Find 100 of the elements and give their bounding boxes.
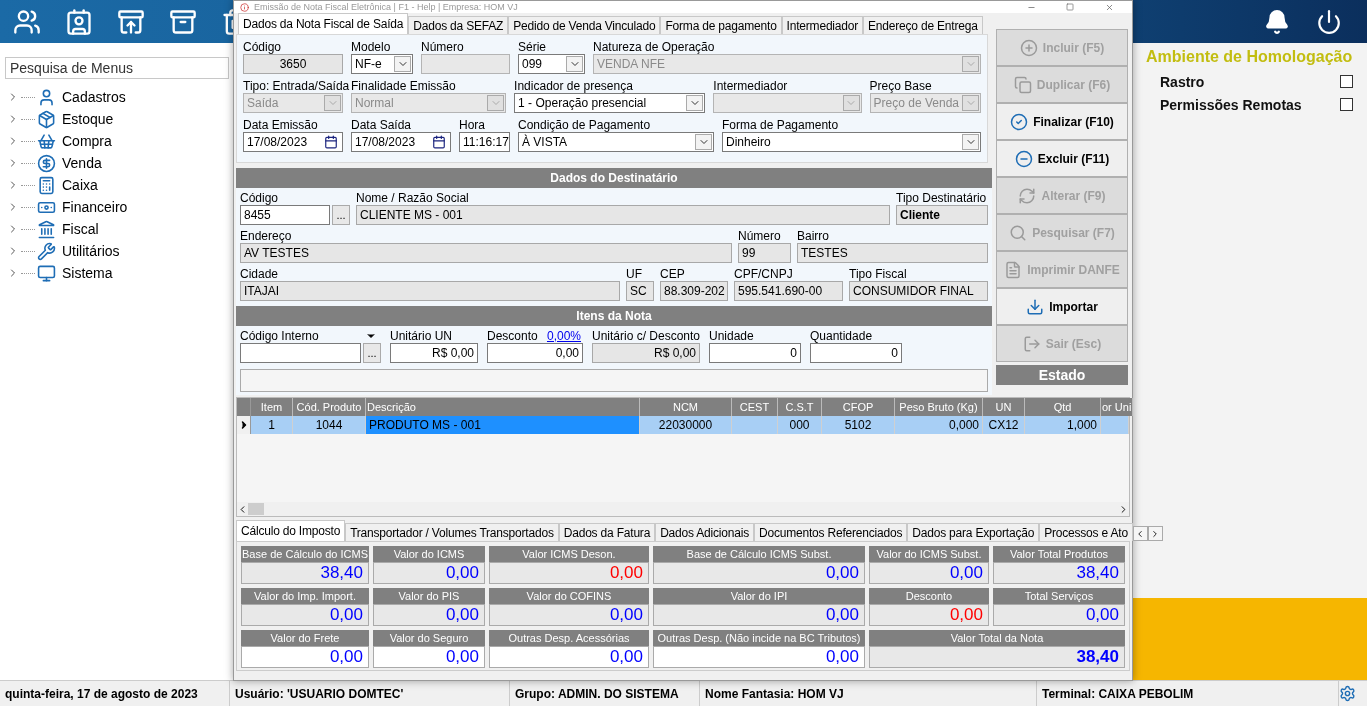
column-header[interactable]: or Uni <box>1101 398 1134 416</box>
text-field[interactable]: 0 <box>709 343 801 363</box>
scroll-right-icon[interactable] <box>1118 503 1129 515</box>
chevron-down-icon[interactable] <box>695 134 712 150</box>
table-cell[interactable] <box>1101 416 1129 434</box>
table-cell[interactable]: 000 <box>778 416 822 434</box>
lookup-button[interactable]: ... <box>332 205 350 225</box>
power-icon[interactable] <box>1316 8 1342 35</box>
table-cell[interactable]: 5102 <box>822 416 895 434</box>
tab[interactable]: Documentos Referenciados <box>754 523 908 541</box>
tab[interactable]: Forma de pagamento <box>660 16 782 34</box>
settings-icon[interactable] <box>1339 685 1356 702</box>
chevron-down-icon[interactable] <box>686 95 704 111</box>
text-field[interactable]: 3650 <box>243 54 343 74</box>
text-field[interactable] <box>240 343 361 363</box>
action-button[interactable]: Excluir (F11) <box>996 140 1128 177</box>
action-button[interactable]: Finalizar (F10) <box>996 103 1128 140</box>
column-header[interactable]: Descrição <box>366 398 640 416</box>
menu-item[interactable]: Sistema <box>62 265 113 281</box>
text-field[interactable]: 99 <box>738 243 791 263</box>
text-field[interactable]: AV TESTES <box>240 243 732 263</box>
menu-item[interactable]: Fiscal <box>62 221 99 237</box>
chevron-down-icon[interactable] <box>394 56 411 72</box>
dropdown-field[interactable]: 1 - Operação presencial <box>514 93 706 113</box>
checkbox[interactable] <box>1340 98 1353 111</box>
tab[interactable]: Processos e Ato <box>1039 523 1133 541</box>
contact-card-icon[interactable] <box>65 7 93 36</box>
chevron-down-icon[interactable] <box>962 134 979 150</box>
text-field[interactable]: ITAJAI <box>240 281 620 301</box>
table-cell[interactable]: 1,000 <box>1025 416 1101 434</box>
dropdown-field[interactable]: NF-e <box>351 54 413 74</box>
text-field[interactable]: 88.309-202 <box>660 281 728 301</box>
table-cell[interactable]: 1044 <box>293 416 366 434</box>
menu-item[interactable]: Financeiro <box>62 199 128 215</box>
table-cell[interactable]: PRODUTO MS - 001 <box>366 416 640 434</box>
tab[interactable]: Intermediador <box>781 16 864 34</box>
tab[interactable]: Dados da Fatura <box>558 523 656 541</box>
column-header[interactable]: C.S.T <box>778 398 822 416</box>
tab[interactable]: Dados da SEFAZ <box>408 16 509 34</box>
column-header[interactable]: Peso Bruto (Kg) <box>895 398 983 416</box>
column-header[interactable]: Cód. Produto <box>293 398 366 416</box>
tab[interactable]: Transportador / Volumes Transportados <box>345 523 559 541</box>
tab[interactable]: Cálculo do Imposto <box>236 520 346 541</box>
archive-box-icon[interactable] <box>169 7 197 36</box>
dropdown-field[interactable]: À VISTA <box>518 132 714 152</box>
text-field[interactable]: 11:16:17 <box>459 132 510 152</box>
maximize-icon[interactable] <box>1066 3 1074 11</box>
dropdown-field[interactable]: 099 <box>518 54 585 74</box>
date-field[interactable]: 17/08/2023 <box>243 132 343 152</box>
action-button[interactable]: Importar <box>996 288 1128 325</box>
text-field[interactable]: TESTES <box>797 243 988 263</box>
total-value[interactable]: 0,00 <box>373 646 485 668</box>
tab[interactable]: Dados da Nota Fiscal de Saída <box>238 13 409 34</box>
tab[interactable]: Endereço de Entrega <box>863 16 983 34</box>
text-field[interactable]: R$ 0,00 <box>390 343 478 363</box>
close-icon[interactable] <box>1104 2 1114 12</box>
menu-item[interactable]: Venda <box>62 155 102 171</box>
memo-field[interactable] <box>240 369 988 392</box>
column-header[interactable]: CEST <box>732 398 778 416</box>
text-field[interactable]: Cliente <box>896 205 988 225</box>
menu-item[interactable]: Estoque <box>62 111 114 127</box>
tab[interactable]: Dados para Exportação <box>907 523 1040 541</box>
tab[interactable]: Dados Adicionais <box>655 523 754 541</box>
column-header[interactable]: Qtd <box>1025 398 1101 416</box>
chevron-down-icon[interactable] <box>566 56 583 72</box>
menu-item[interactable]: Utilitários <box>62 243 120 259</box>
bell-icon[interactable] <box>1264 8 1290 35</box>
row-indicator[interactable] <box>237 416 251 434</box>
dropdown-field[interactable]: Dinheiro <box>722 132 981 152</box>
column-header[interactable]: Item <box>251 398 293 416</box>
column-header[interactable]: UN <box>983 398 1025 416</box>
text-field[interactable]: CLIENTE MS - 001 <box>356 205 890 225</box>
table-cell[interactable]: 1 <box>251 416 293 434</box>
text-field[interactable]: 8455 <box>240 205 330 225</box>
total-value[interactable]: 0,00 <box>241 646 369 668</box>
menu-item[interactable]: Caixa <box>62 177 98 193</box>
text-field[interactable]: 0 <box>810 343 902 363</box>
column-header[interactable]: CFOP <box>822 398 895 416</box>
tab[interactable]: Pedido de Venda Vinculado <box>508 16 661 34</box>
text-field[interactable]: 595.541.690-00 <box>734 281 843 301</box>
menu-item[interactable]: Cadastros <box>62 89 126 105</box>
users-icon[interactable] <box>13 7 41 36</box>
calendar-icon[interactable] <box>432 135 448 149</box>
checkbox[interactable] <box>1340 75 1353 88</box>
text-field[interactable]: 0,00 <box>487 343 583 363</box>
search-field[interactable]: Pesquisa de Menus <box>5 57 229 79</box>
total-value[interactable]: 0,00 <box>489 646 649 668</box>
lookup-button[interactable]: ... <box>363 343 381 363</box>
scrollbar-thumb[interactable] <box>248 503 264 515</box>
calendar-icon[interactable] <box>324 135 340 149</box>
text-field[interactable]: SC <box>626 281 654 301</box>
menu-item[interactable]: Compra <box>62 133 112 149</box>
total-value[interactable]: 0,00 <box>653 646 865 668</box>
column-header[interactable]: NCM <box>640 398 732 416</box>
table-cell[interactable]: CX12 <box>983 416 1025 434</box>
table-cell[interactable]: 0,000 <box>895 416 983 434</box>
text-field[interactable]: CONSUMIDOR FINAL <box>849 281 988 301</box>
table-cell[interactable] <box>732 416 778 434</box>
text-field[interactable]: R$ 0,00 <box>592 343 700 363</box>
table-cell[interactable]: 22030000 <box>640 416 732 434</box>
